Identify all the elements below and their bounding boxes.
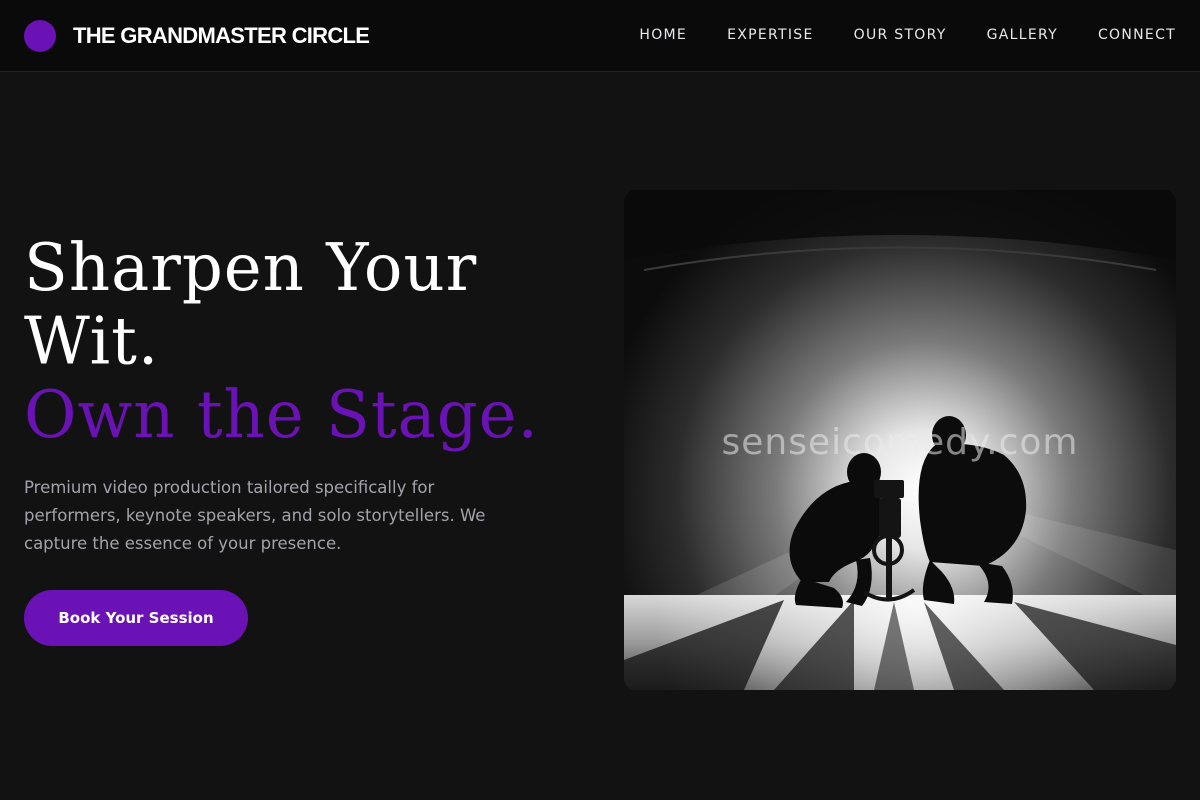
image-watermark: senseicomedy.com bbox=[721, 422, 1079, 463]
main-nav: HOME EXPERTISE OUR STORY GALLERY CONNECT bbox=[639, 24, 1176, 46]
brand-dot-icon bbox=[24, 20, 56, 52]
hero-description: Premium video production tailored specif… bbox=[24, 478, 486, 553]
nav-item-expertise[interactable]: EXPERTISE bbox=[727, 24, 814, 46]
nav-item-our-story[interactable]: OUR STORY bbox=[854, 24, 947, 46]
nav-item-home[interactable]: HOME bbox=[639, 24, 687, 46]
brand-logo[interactable]: THE GRANDMASTER CIRCLE bbox=[24, 18, 370, 54]
brand-name: THE GRANDMASTER CIRCLE bbox=[73, 23, 370, 48]
hero-headline: Sharpen Your Wit. Own the Stage. bbox=[24, 232, 584, 452]
headline-line-2: Wit. bbox=[24, 304, 160, 380]
nav-item-gallery[interactable]: GALLERY bbox=[987, 24, 1058, 46]
nav-item-connect[interactable]: CONNECT bbox=[1098, 24, 1176, 46]
headline-accent-line: Own the Stage. bbox=[24, 377, 539, 454]
headline-line-1: Sharpen Your bbox=[24, 230, 478, 307]
landing-page: THE GRANDMASTER CIRCLE HOME EXPERTISE OU… bbox=[0, 0, 1200, 800]
book-session-button[interactable]: Book Your Session bbox=[24, 590, 248, 646]
hero-image: senseicomedy.com bbox=[624, 190, 1176, 690]
site-header: THE GRANDMASTER CIRCLE HOME EXPERTISE OU… bbox=[0, 0, 1200, 72]
